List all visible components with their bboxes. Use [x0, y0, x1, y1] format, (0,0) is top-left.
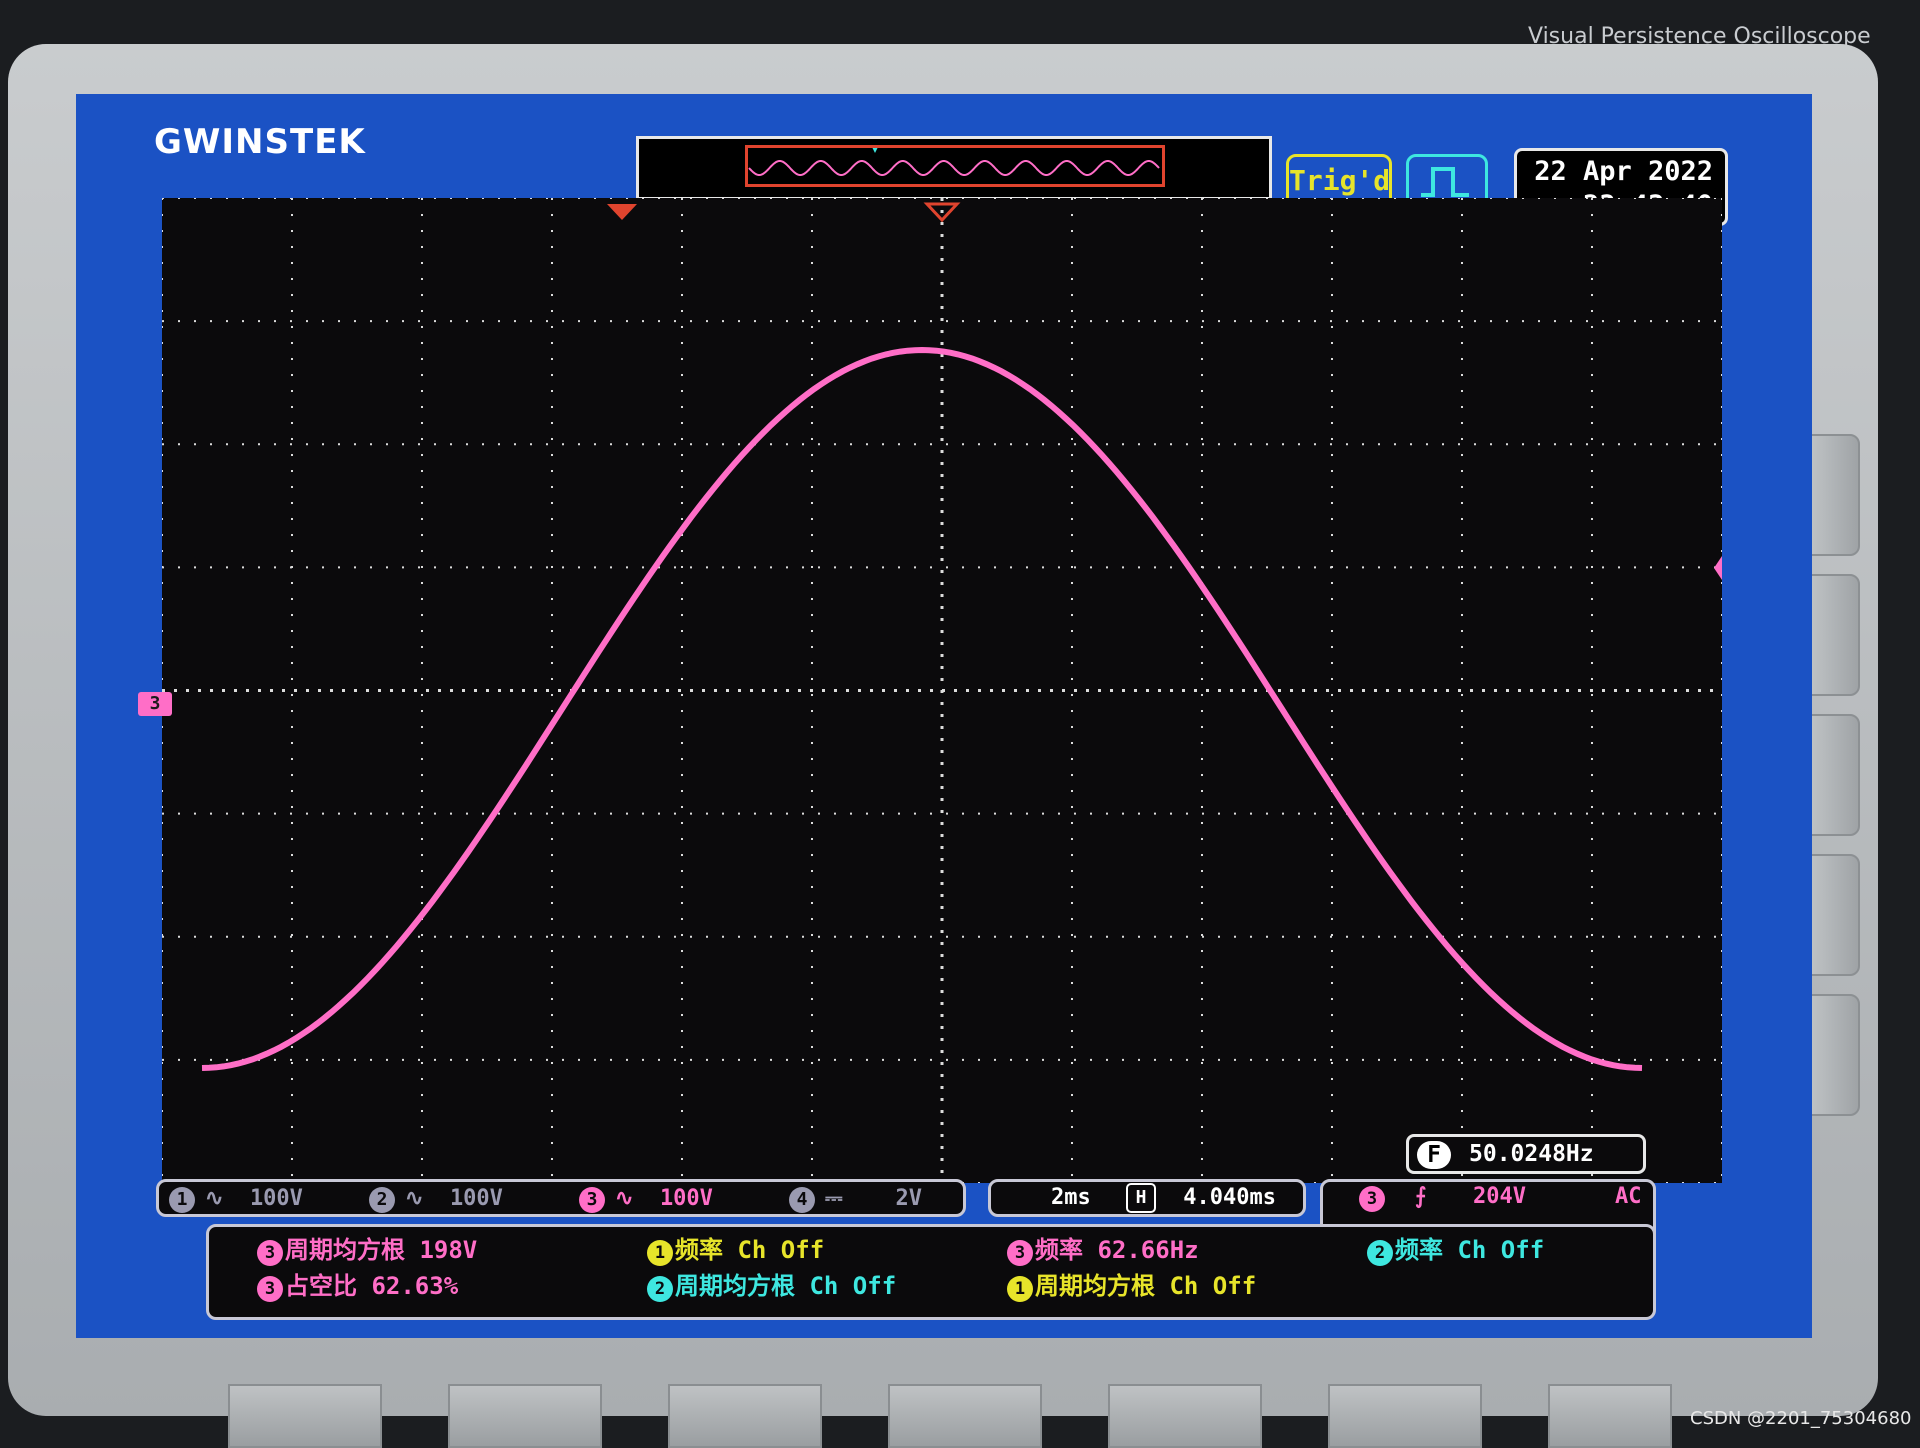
measurement-channel-badge: 1 [1007, 1276, 1033, 1302]
measurement-label: 周期均方根 [285, 1236, 405, 1264]
bottom-key-7[interactable] [1548, 1384, 1672, 1448]
channel-4-setting[interactable]: 4 ⎓ 2V [789, 1184, 922, 1214]
channel-3-ground-marker[interactable]: 3 [138, 692, 172, 716]
measurement-panel: 3 周期均方根 198V 3 占空比 62.63% 1 频率 Ch Off 2 周期均方… [206, 1224, 1656, 1320]
channel-2-setting[interactable]: 2 ∿ 100V [369, 1184, 503, 1214]
measurement-label: 周期均方根 [1035, 1272, 1155, 1300]
measurement-value: Ch Off [1457, 1236, 1545, 1264]
measurement-item: 2 周期均方根 Ch Off [647, 1271, 896, 1302]
measurement-value: 198V [419, 1236, 478, 1264]
timebase-display[interactable]: 2ms H 4.040ms [988, 1179, 1306, 1217]
bottom-key-3[interactable] [668, 1384, 822, 1448]
trigger-level-value: 204V [1473, 1184, 1526, 1209]
measurement-channel-badge: 3 [257, 1276, 283, 1302]
bottom-key-5[interactable] [1108, 1384, 1262, 1448]
channel-3-trace [201, 346, 1643, 1071]
measurement-value: Ch Off [1169, 1272, 1257, 1300]
measurement-channel-badge: 1 [647, 1240, 673, 1266]
channel-1-setting[interactable]: 1 ∿ 100V [169, 1184, 303, 1214]
measurement-item: 1 频率 Ch Off [647, 1235, 824, 1266]
ac-coupling-icon: ∿ [405, 1186, 424, 1211]
frequency-counter-value: 50.0248Hz [1469, 1141, 1594, 1167]
bottom-key-2[interactable] [448, 1384, 602, 1448]
rising-edge-icon: ⨍ [1415, 1184, 1427, 1209]
horizontal-position-value: 4.040ms [1183, 1185, 1276, 1210]
channel-3-badge: 3 [579, 1187, 605, 1213]
measurement-value: Ch Off [737, 1236, 825, 1264]
measurement-label: 频率 [1395, 1236, 1443, 1264]
measurement-label: 频率 [1035, 1236, 1083, 1264]
frequency-counter-icon: F [1417, 1140, 1451, 1169]
channel-1-badge: 1 [169, 1187, 195, 1213]
date-text: 22 Apr 2022 [1534, 156, 1713, 187]
measurement-channel-badge: 3 [1007, 1240, 1033, 1266]
brand-logo: GWINSTEK [154, 122, 366, 162]
timebase-scale: 2ms [1051, 1185, 1091, 1210]
trigger-source-badge: 3 [1359, 1186, 1385, 1212]
channel-2-scale: 100V [449, 1186, 503, 1211]
bottom-key-6[interactable] [1328, 1384, 1482, 1448]
trigger-coupling-value: AC [1615, 1184, 1642, 1209]
horizontal-position-icon: H [1126, 1183, 1156, 1213]
measurement-label: 周期均方根 [675, 1272, 795, 1300]
measurement-label: 占空比 [285, 1272, 357, 1300]
trigger-level-marker [1714, 556, 1722, 580]
waveform-display[interactable] [162, 198, 1722, 1183]
measurement-item: 3 周期均方根 198V [257, 1235, 477, 1266]
measurement-channel-badge: 2 [1367, 1240, 1393, 1266]
channel-3-scale: 100V [659, 1186, 713, 1211]
graticule [162, 198, 1722, 1183]
dc-coupling-icon: ⎓ [825, 1186, 843, 1211]
measurement-item: 2 频率 Ch Off [1367, 1235, 1544, 1266]
bottom-key-4[interactable] [888, 1384, 1042, 1448]
measurement-item: 1 周期均方根 Ch Off [1007, 1271, 1256, 1302]
channel-3-setting[interactable]: 3 ∿ 100V [579, 1184, 713, 1214]
measurement-value: 62.63% [371, 1272, 459, 1300]
watermark-text: CSDN @2201_75304680 [1690, 1408, 1912, 1429]
overview-view-window [745, 145, 1165, 187]
measurement-channel-badge: 2 [647, 1276, 673, 1302]
bottom-key-1[interactable] [228, 1384, 382, 1448]
ac-coupling-icon: ∿ [615, 1186, 634, 1211]
frequency-counter: F 50.0248Hz [1406, 1134, 1646, 1174]
waveform-grid-svg [162, 198, 1722, 1183]
measurement-item: 3 频率 62.66Hz [1007, 1235, 1199, 1266]
measurement-item: 3 占空比 62.63% [257, 1271, 458, 1302]
channel-settings-bar: 1 ∿ 100V 2 ∿ 100V 3 ∿ 100V 4 ⎓ 2V [156, 1179, 966, 1217]
measurement-label: 频率 [675, 1236, 723, 1264]
channel-1-scale: 100V [249, 1186, 303, 1211]
trigger-position-marker [607, 204, 637, 220]
channel-2-badge: 2 [369, 1187, 395, 1213]
measurement-value: 62.66Hz [1097, 1236, 1199, 1264]
ac-coupling-icon: ∿ [205, 1186, 224, 1211]
channel-4-scale: 2V [895, 1186, 923, 1211]
measurement-value: Ch Off [809, 1272, 897, 1300]
oscilloscope-screen: GWINSTEK Trig'd 22 Apr 2022 23:43:40 3 F… [76, 94, 1812, 1338]
channel-4-badge: 4 [789, 1187, 815, 1213]
bottom-menu-keys [228, 1384, 1728, 1448]
memory-overview-bar [636, 136, 1272, 200]
measurement-channel-badge: 3 [257, 1240, 283, 1266]
